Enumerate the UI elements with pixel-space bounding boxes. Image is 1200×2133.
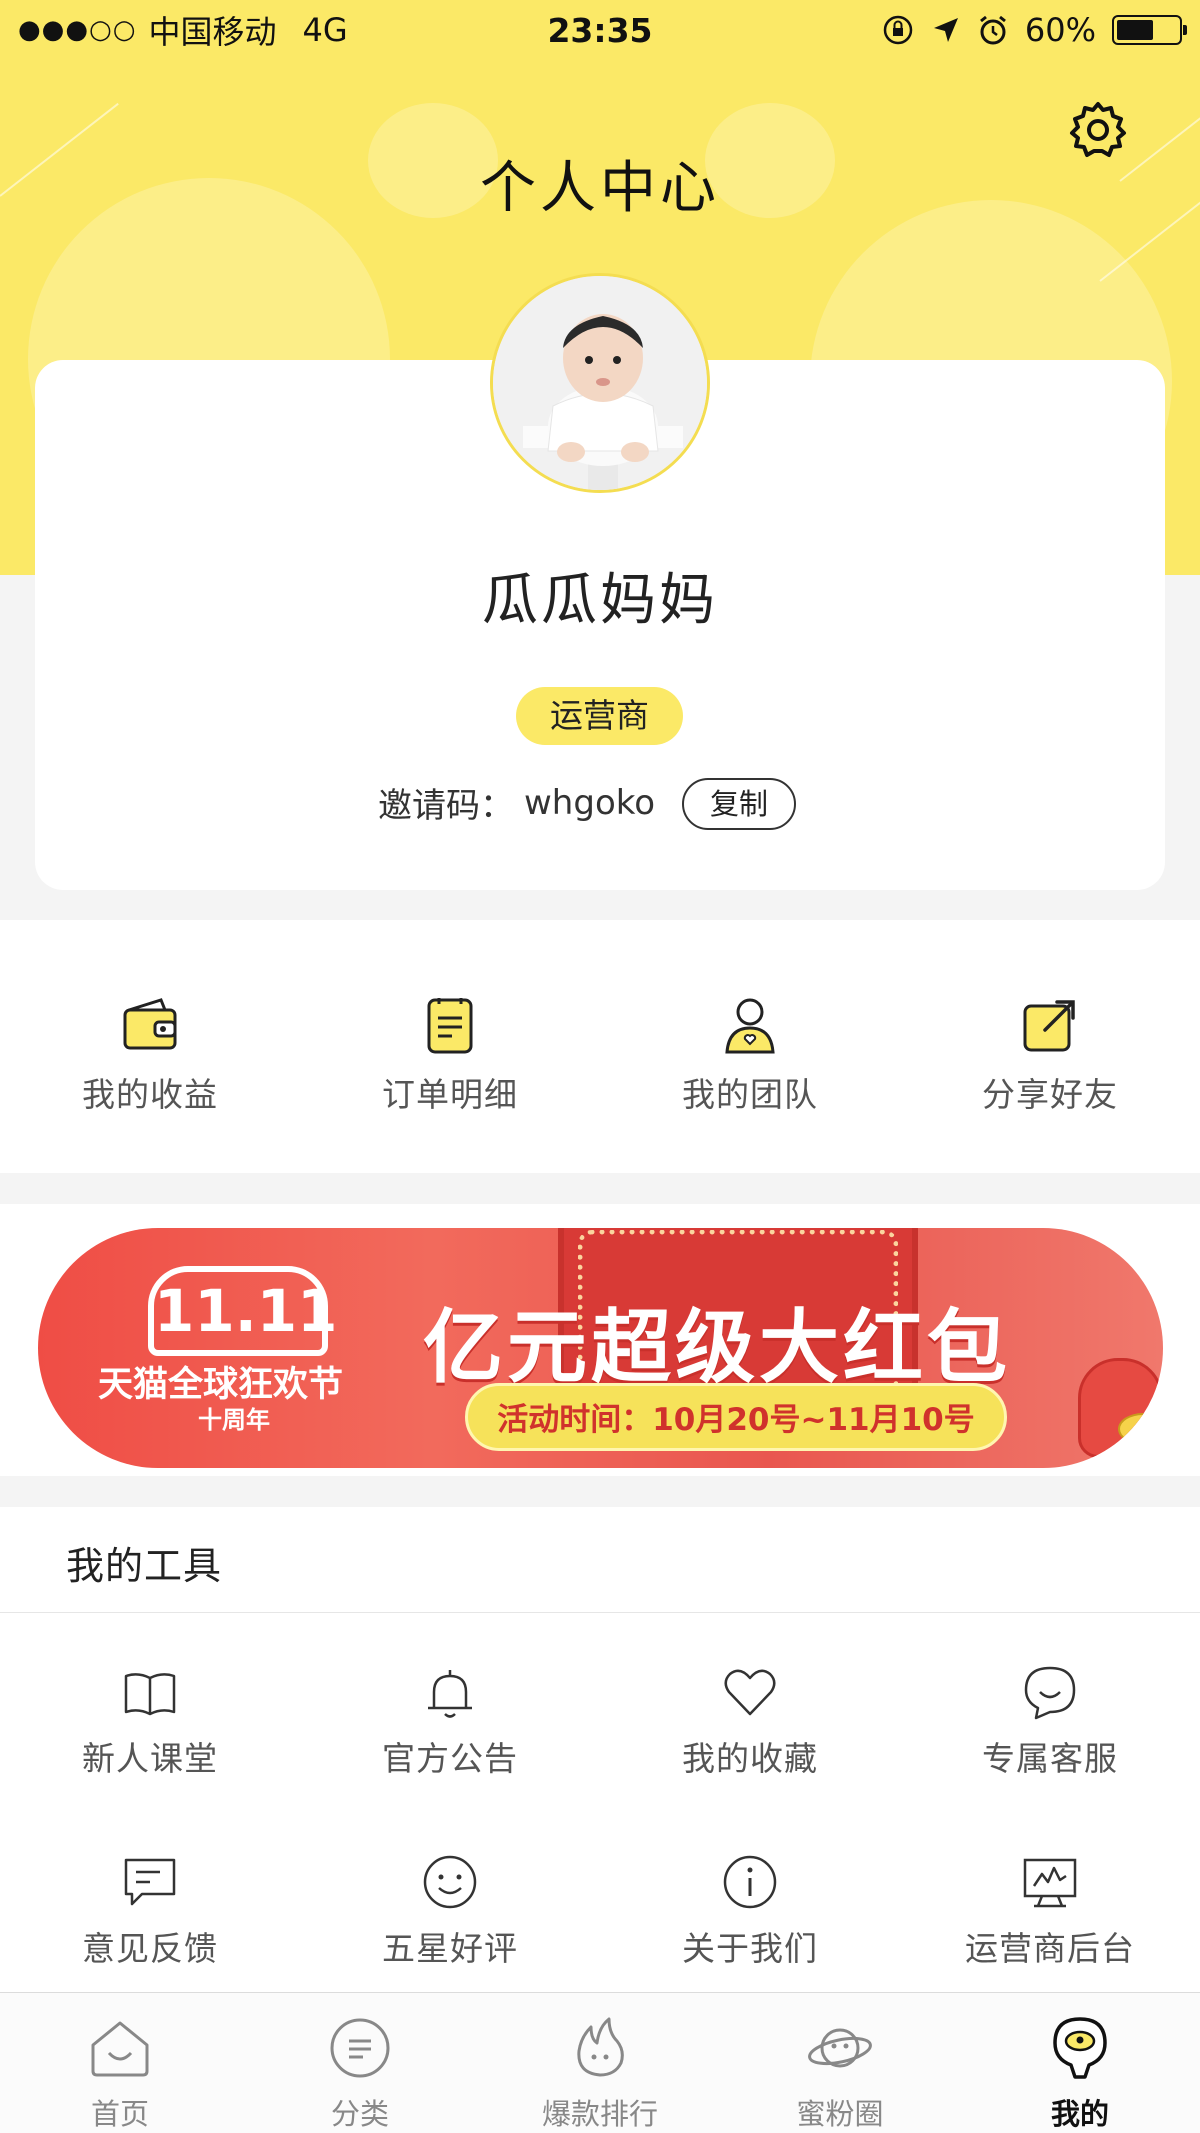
- info-icon: [723, 1855, 777, 1909]
- tab-hot-ranking[interactable]: 爆款排行: [480, 1993, 720, 2133]
- signal-strength-icon: ●●●○○: [18, 15, 137, 45]
- category-icon: [330, 2018, 390, 2078]
- tab-label: 爆款排行: [541, 2097, 658, 2131]
- promo-banner[interactable]: 11.11 天猫全球狂欢节 十周年 亿元超级大红包 活动时间：10月20号~11…: [38, 1228, 1163, 1468]
- quick-action-orders[interactable]: 订单明细: [300, 920, 600, 1173]
- tools-grid: 新人课堂 官方公告 我的收藏 专属客服 意见反馈 五星好评 关于我们 运营商后台: [0, 1662, 1200, 1970]
- tool-label: 五星好评: [382, 1929, 518, 1968]
- order-list-icon: [427, 998, 473, 1054]
- profile-icon: [1053, 2017, 1107, 2079]
- tool-label: 运营商后台: [965, 1929, 1135, 1968]
- tab-category[interactable]: 分类: [240, 1993, 480, 2133]
- quick-action-share[interactable]: 分享好友: [900, 920, 1200, 1173]
- quick-action-team[interactable]: 我的团队: [600, 920, 900, 1173]
- banner-period: 活动时间：10月20号~11月10号: [465, 1383, 1007, 1451]
- team-icon: [725, 998, 775, 1054]
- gold-coin-icon: [1118, 1413, 1163, 1445]
- smile-icon: [423, 1855, 477, 1909]
- battery-percent: 60%: [1024, 11, 1096, 49]
- heart-icon: [724, 1669, 776, 1716]
- tool-about-us[interactable]: 关于我们: [600, 1852, 900, 1970]
- settings-button[interactable]: [1068, 100, 1128, 160]
- user-nickname: 瓜瓜妈妈: [482, 568, 718, 633]
- tool-customer-service[interactable]: 专属客服: [900, 1662, 1200, 1780]
- tab-fan-circle[interactable]: 蜜粉圈: [720, 1993, 960, 2133]
- baby-photo: [493, 276, 707, 490]
- dashboard-icon: [1023, 1858, 1077, 1908]
- invite-code-label: 邀请码：: [378, 786, 514, 826]
- tool-label: 关于我们: [682, 1929, 818, 1968]
- network-type: 4G: [302, 11, 348, 49]
- tool-feedback[interactable]: 意见反馈: [0, 1852, 300, 1970]
- fire-icon: [577, 2017, 624, 2077]
- invite-code-value: whgoko: [524, 782, 656, 823]
- tab-home[interactable]: 首页: [0, 1993, 240, 2133]
- battery-fill: [1117, 20, 1153, 40]
- wallet-icon: [123, 998, 177, 1050]
- tool-operator-dashboard[interactable]: 运营商后台: [900, 1852, 1200, 1970]
- invite-code-row: 邀请码： whgoko: [378, 778, 655, 827]
- tab-label: 分类: [330, 2097, 389, 2131]
- divider: [0, 1612, 1200, 1613]
- tool-announcements[interactable]: 官方公告: [300, 1662, 600, 1780]
- quick-action-earnings[interactable]: 我的收益: [0, 920, 300, 1173]
- battery-icon: [1112, 15, 1187, 45]
- avatar[interactable]: [490, 273, 710, 493]
- tool-label: 官方公告: [382, 1739, 518, 1778]
- tool-favorites[interactable]: 我的收藏: [600, 1662, 900, 1780]
- rotation-lock-icon: [883, 15, 913, 45]
- page-title: 个人中心: [480, 156, 720, 221]
- planet-icon: [808, 2028, 872, 2068]
- tool-label: 意见反馈: [82, 1929, 218, 1968]
- tools-section: 我的工具 新人课堂 官方公告 我的收藏 专属客服 意见反馈 五星好评 关于我们 …: [0, 1507, 1200, 1992]
- quick-action-label: 我的团队: [682, 1075, 818, 1114]
- quick-action-label: 我的收益: [82, 1075, 218, 1114]
- alarm-icon: [979, 15, 1006, 45]
- feedback-icon: [124, 1858, 176, 1906]
- tool-label: 我的收藏: [682, 1739, 818, 1778]
- tab-mine[interactable]: 我的: [960, 1993, 1200, 2133]
- location-arrow-icon: [933, 18, 958, 42]
- banner-title: 亿元超级大红包: [423, 1301, 1011, 1394]
- book-icon: [124, 1673, 176, 1716]
- tool-label: 专属客服: [982, 1739, 1118, 1778]
- tab-label: 我的: [1050, 2097, 1109, 2131]
- tools-title: 我的工具: [66, 1544, 223, 1588]
- double-eleven-logo: 11.11: [148, 1266, 337, 1356]
- chat-smile-icon: [1024, 1666, 1076, 1720]
- tool-label: 新人课堂: [82, 1739, 218, 1778]
- copy-invite-code-button[interactable]: 复制: [682, 778, 796, 830]
- gear-icon: [1070, 102, 1126, 157]
- tool-five-star-review[interactable]: 五星好评: [300, 1852, 600, 1970]
- bell-icon: [428, 1670, 472, 1718]
- tool-newbie-class[interactable]: 新人课堂: [0, 1662, 300, 1780]
- tab-label: 首页: [90, 2097, 149, 2131]
- tab-label: 蜜粉圈: [796, 2097, 884, 2131]
- bottom-tab-bar: 首页 分类 爆款排行 蜜粉圈 我的: [0, 1992, 1200, 2133]
- quick-action-label: 订单明细: [382, 1075, 518, 1114]
- carrier-name: 中国移动: [148, 13, 277, 51]
- home-icon: [91, 2021, 149, 2077]
- share-icon: [1023, 1000, 1075, 1052]
- role-badge: 运营商: [516, 687, 683, 745]
- banner-logo-subtext: 十周年: [198, 1406, 270, 1434]
- quick-actions: 我的收益 订单明细 我的团队 分享好友: [0, 920, 1200, 1173]
- promo-banner-section: 11.11 天猫全球狂欢节 十周年 亿元超级大红包 活动时间：10月20号~11…: [0, 1204, 1200, 1476]
- quick-action-label: 分享好友: [982, 1075, 1118, 1114]
- status-bar: ●●●○○ 中国移动 4G 23:35 60%: [0, 0, 1200, 60]
